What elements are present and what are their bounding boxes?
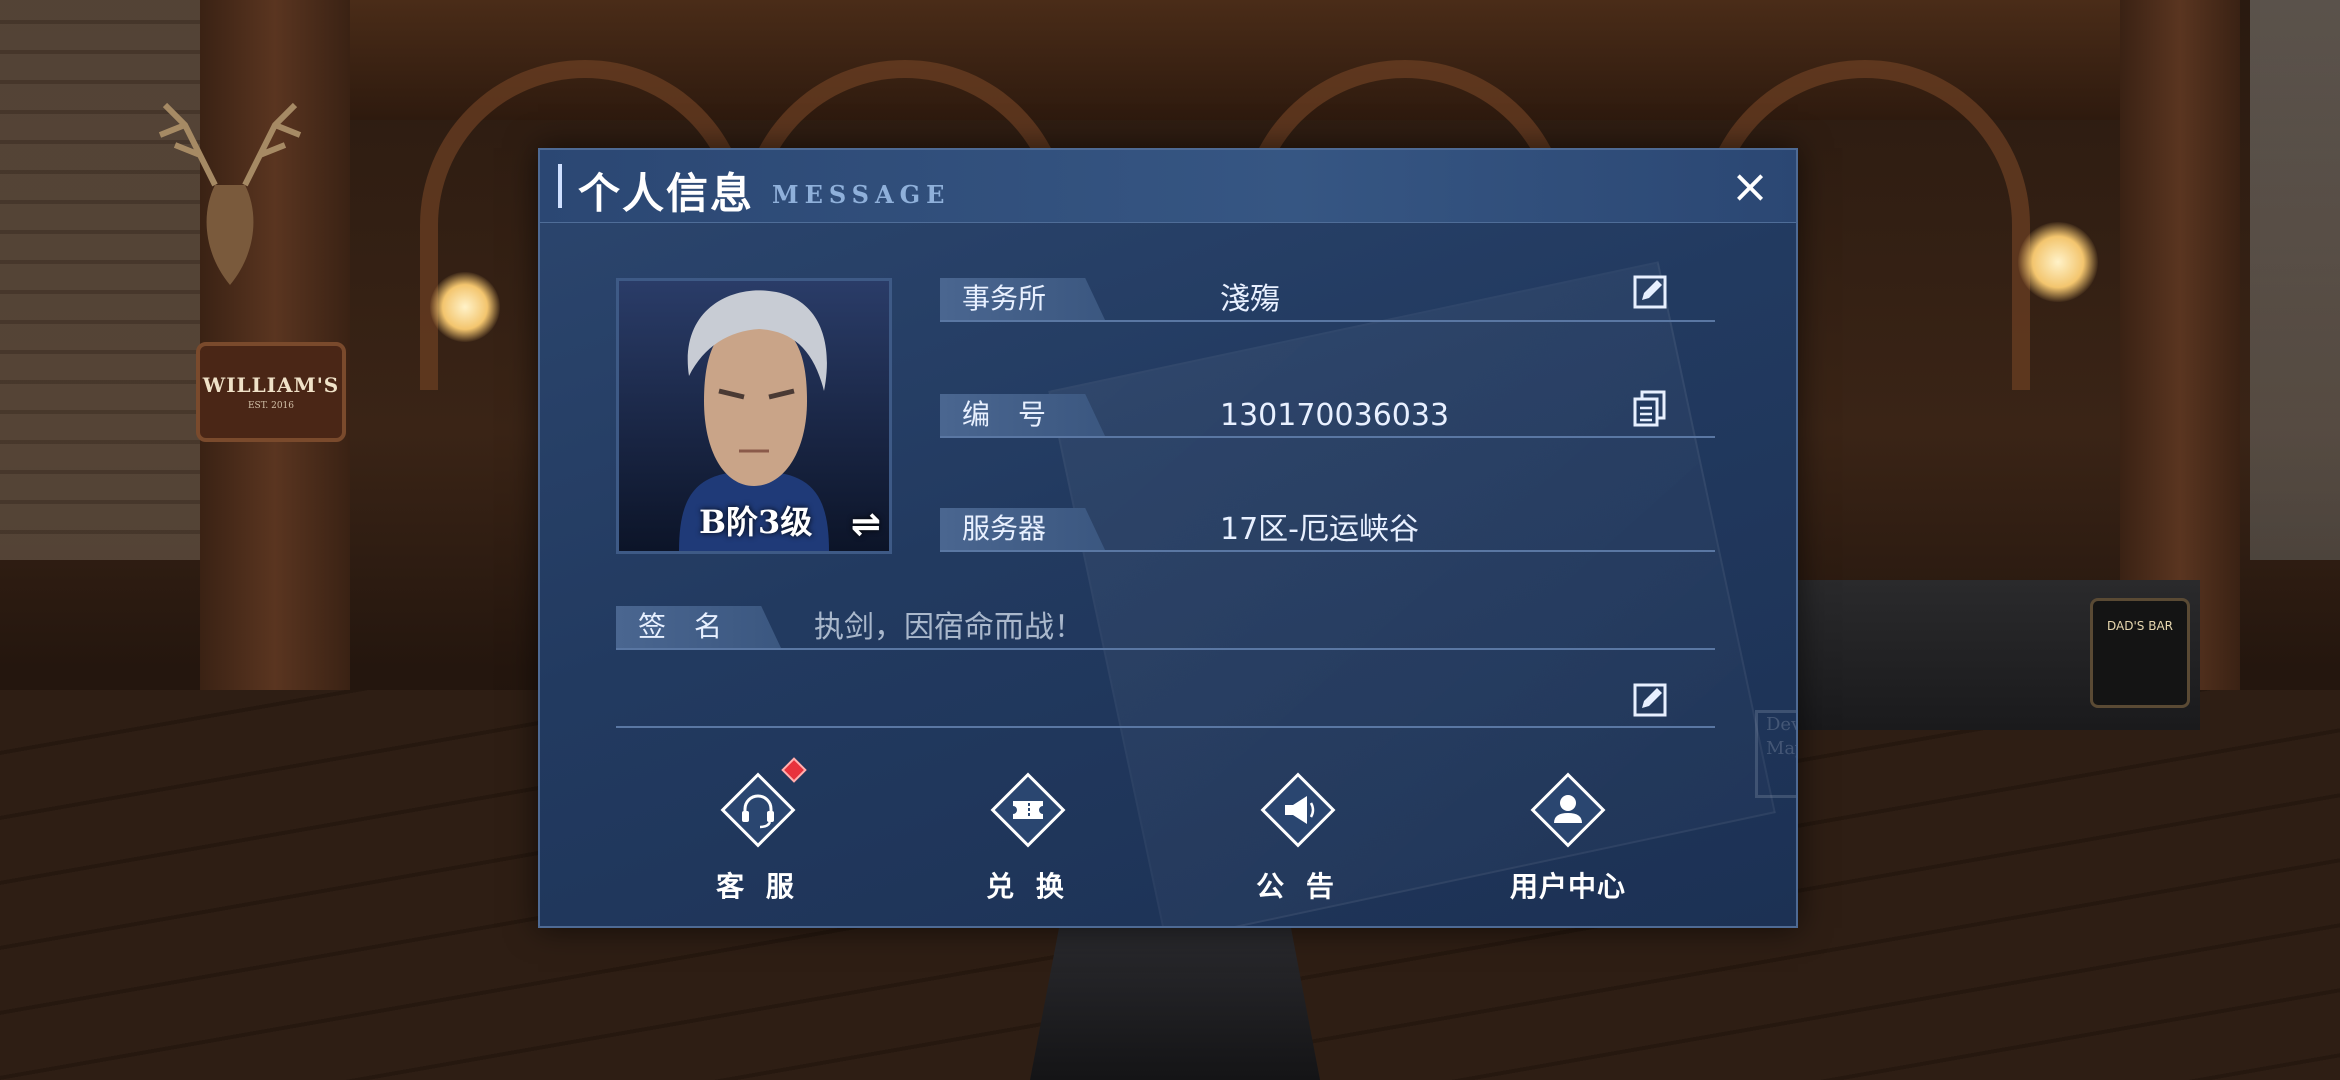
megaphone-icon bbox=[1260, 772, 1336, 848]
profile-dialog: Devil May Cry 个人信息 MESSAGE × B阶3级 ⇌ 事务所 … bbox=[538, 148, 1798, 928]
copy-icon[interactable] bbox=[1630, 388, 1670, 428]
signature-row: 签 名 执剑，因宿命而战！ bbox=[616, 606, 1715, 650]
sign-sub: EST. 2016 bbox=[247, 401, 295, 411]
williams-sign: WILLIAM'S EST. 2016 bbox=[196, 342, 346, 442]
deer-head-trophy bbox=[158, 102, 302, 285]
wall-lamp bbox=[430, 272, 500, 342]
server-value: 17区-厄运峡谷 bbox=[1220, 512, 1419, 547]
signature-label: 签 名 bbox=[616, 606, 781, 648]
row-divider bbox=[940, 320, 1715, 322]
swap-icon[interactable]: ⇌ bbox=[851, 504, 881, 545]
avatar[interactable]: B阶3级 ⇌ bbox=[616, 278, 892, 554]
id-value: 130170036033 bbox=[1220, 398, 1450, 433]
edit-icon[interactable] bbox=[1630, 272, 1670, 312]
close-icon[interactable]: × bbox=[1726, 162, 1774, 210]
customer-service-button[interactable]: 客 服 bbox=[678, 757, 838, 905]
row-divider bbox=[940, 436, 1715, 438]
agency-row: 事务所 淺殤 bbox=[940, 275, 1715, 322]
devil-may-cry-stamp: Devil May Cry bbox=[1755, 710, 1796, 798]
redeem-label: 兑 换 bbox=[986, 870, 1070, 903]
edit-icon[interactable] bbox=[1630, 680, 1670, 720]
row-divider bbox=[616, 726, 1715, 728]
id-row: 编 号 130170036033 bbox=[940, 390, 1715, 438]
user-icon bbox=[1530, 772, 1606, 848]
header-accent-bar bbox=[558, 164, 562, 208]
ticket-icon bbox=[990, 772, 1066, 848]
wall-lamp bbox=[2018, 222, 2098, 302]
player-character bbox=[1030, 928, 1320, 1080]
signature-edit-row bbox=[616, 680, 1715, 728]
redeem-button[interactable]: 兑 换 bbox=[948, 765, 1108, 905]
sign-name: WILLIAM'S bbox=[202, 373, 340, 397]
dialog-subtitle: MESSAGE bbox=[772, 180, 951, 209]
user-center-button[interactable]: 用户中心 bbox=[1488, 765, 1648, 905]
customer-service-label: 客 服 bbox=[716, 870, 800, 903]
id-label: 编 号 bbox=[940, 394, 1105, 436]
dialog-header: 个人信息 MESSAGE × bbox=[540, 150, 1796, 223]
announcement-label: 公 告 bbox=[1256, 870, 1340, 903]
dialog-title: 个人信息 bbox=[578, 169, 755, 218]
signature-value[interactable]: 执剑，因宿命而战！ bbox=[814, 606, 1084, 650]
agency-label: 事务所 bbox=[940, 278, 1105, 320]
server-row: 服务器 17区-厄运峡谷 bbox=[940, 508, 1715, 552]
user-center-label: 用户中心 bbox=[1509, 870, 1626, 903]
announcement-button[interactable]: 公 告 bbox=[1218, 765, 1378, 905]
agency-value: 淺殤 bbox=[1220, 282, 1280, 317]
row-divider bbox=[616, 648, 1715, 650]
rank-label: B阶3级 bbox=[699, 503, 813, 541]
server-label: 服务器 bbox=[940, 508, 1105, 550]
dads-bar-sign: DAD'S BAR bbox=[2090, 598, 2190, 708]
row-divider bbox=[940, 550, 1715, 552]
window bbox=[2250, 0, 2340, 560]
